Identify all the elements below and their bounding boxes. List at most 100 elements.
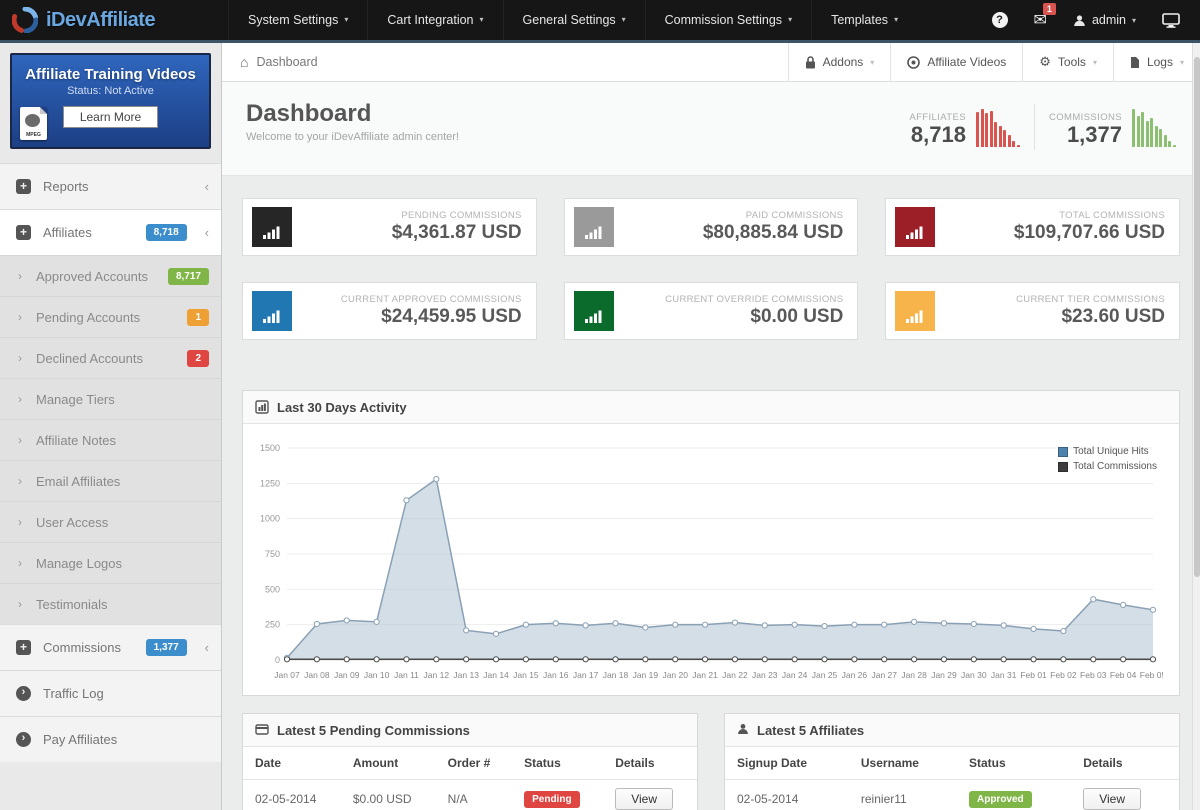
nav-menu-cart-integration[interactable]: Cart Integration ▾ <box>367 0 502 40</box>
card-value: $80,885.84 USD <box>702 222 844 243</box>
bar-chart-icon <box>573 207 614 247</box>
chevron-right-icon: › <box>18 433 22 447</box>
sidebar-item-affiliate-notes[interactable]: › Affiliate Notes <box>0 419 221 460</box>
svg-text:Jan 24: Jan 24 <box>782 670 808 680</box>
sidebar-item-pay-affiliates[interactable]: › Pay Affiliates <box>0 716 221 762</box>
sidebar-item-manage-tiers[interactable]: › Manage Tiers <box>0 378 221 419</box>
brand-logo[interactable]: iDevAffiliate <box>0 7 228 33</box>
play-circle-icon <box>907 55 921 69</box>
status-badge: Pending <box>524 790 580 808</box>
bar-chart-icon <box>895 291 936 331</box>
svg-text:Jan 26: Jan 26 <box>842 670 868 680</box>
chevron-right-icon: › <box>18 269 22 283</box>
monitor-icon[interactable] <box>1162 12 1180 28</box>
sidebar-item-label: Pay Affiliates <box>43 732 118 747</box>
nav-menu-templates[interactable]: Templates ▾ <box>811 0 917 40</box>
status-badge: Approved <box>968 790 1032 808</box>
chevron-right-icon: › <box>18 597 22 611</box>
view-button[interactable]: View <box>615 788 673 810</box>
chevron-down-icon: ▾ <box>344 15 349 24</box>
chevron-down-icon: ▾ <box>894 15 899 24</box>
svg-text:Jan 29: Jan 29 <box>931 670 957 680</box>
legend-swatch-commissions <box>1058 461 1069 472</box>
column-header: Amount <box>340 747 436 780</box>
column-header: Username <box>848 747 957 780</box>
stat-cards: PENDING COMMISSIONS $4,361.87 USD PAID COM… <box>242 198 1180 340</box>
sidebar-item-declined-accounts[interactable]: › Declined Accounts 2 <box>0 337 221 378</box>
card-label: PAID COMMISSIONS <box>745 210 844 221</box>
nav-menu-commission-settings[interactable]: Commission Settings ▾ <box>644 0 811 40</box>
navbar-right: ? ✉ 1 admin ▾ <box>991 3 1200 30</box>
bar-chart-icon <box>573 291 614 331</box>
svg-text:Jan 27: Jan 27 <box>871 670 897 680</box>
sidebar-item-commissions[interactable]: + Commissions 1,377 ‹ <box>0 624 221 670</box>
chevron-right-icon: › <box>18 515 22 529</box>
svg-text:Jan 13: Jan 13 <box>453 670 479 680</box>
plus-square-icon: + <box>16 225 31 240</box>
activity-chart-panel: Last 30 Days Activity 0 250 500 750 1000 1250… <box>242 390 1180 696</box>
learn-more-button[interactable]: Learn More <box>62 106 159 128</box>
commissions-sparkline <box>1132 107 1176 147</box>
svg-text:Jan 17: Jan 17 <box>573 670 599 680</box>
banner-title: Affiliate Training Videos <box>25 66 196 83</box>
sidebar-item-label: Manage Logos <box>36 555 123 571</box>
svg-text:Jan 12: Jan 12 <box>424 670 450 680</box>
arrow-circle-icon: › <box>16 686 31 701</box>
sidebar-item-label: Email Affiliates <box>36 473 121 489</box>
scrollbar-thumb[interactable] <box>1194 57 1200 577</box>
sidebar-item-traffic-log[interactable]: › Traffic Log <box>0 670 221 716</box>
top-navbar: iDevAffiliate System Settings ▾ Cart Integ… <box>0 0 1200 40</box>
sidebar-item-approved-accounts[interactable]: › Approved Accounts 8,717 <box>0 255 221 296</box>
sidebar-item-label: Manage Tiers <box>36 391 115 407</box>
sidebar-item-manage-logos[interactable]: › Manage Logos <box>0 542 221 583</box>
sidebar-item-affiliates[interactable]: + Affiliates 8,718 ‹ <box>0 209 221 255</box>
card-pending-commissions: PENDING COMMISSIONS $4,361.87 USD <box>242 198 537 256</box>
sidebar-item-label: Affiliates <box>43 225 92 240</box>
mail-icon[interactable]: ✉ 1 <box>1034 3 1056 30</box>
sidebar-item-testimonials[interactable]: › Testimonials <box>0 583 221 624</box>
chevron-right-icon: › <box>18 556 22 570</box>
nav-menu-system-settings[interactable]: System Settings ▾ <box>228 0 367 40</box>
column-header: Status <box>512 747 604 780</box>
sidebar-item-label: Approved Accounts <box>36 268 149 284</box>
sidebar-item-reports[interactable]: + Reports ‹ <box>0 163 221 209</box>
chart-legend: Total Unique Hits Total Commissions <box>1058 446 1157 476</box>
sidebar-item-label: Testimonials <box>36 596 108 612</box>
action-affiliate-videos[interactable]: Affiliate Videos <box>890 42 1022 82</box>
mpeg-file-icon: MPEG <box>20 107 47 140</box>
sidebar-item-label: Affiliate Notes <box>36 432 116 448</box>
svg-text:Jan 21: Jan 21 <box>692 670 718 680</box>
user-menu[interactable]: admin ▾ <box>1073 13 1136 27</box>
legend-swatch-hits <box>1058 446 1069 457</box>
breadcrumb[interactable]: ⌂ Dashboard <box>222 54 336 70</box>
card-current-tier-commissions: CURRENT TIER COMMISSIONS $23.60 USD <box>885 282 1180 340</box>
svg-text:0: 0 <box>275 655 280 665</box>
table-row: 02-05-2014 $0.00 USD N/A Pending View <box>243 779 697 810</box>
svg-text:Jan 30: Jan 30 <box>961 670 987 680</box>
help-icon[interactable]: ? <box>991 12 1008 28</box>
table-row: 02-05-2014 reinier11 Approved View <box>725 779 1179 810</box>
sidebar-item-label: Pending Accounts <box>36 309 141 325</box>
commissions-stat: COMMISSIONS 1,377 <box>1049 107 1176 147</box>
page-scrollbar[interactable] <box>1192 43 1200 810</box>
bar-chart-icon <box>252 291 292 331</box>
sidebar: Affiliate Training Videos Status: Not Ac… <box>0 43 222 810</box>
svg-text:Jan 20: Jan 20 <box>662 670 688 680</box>
sidebar-item-label: Traffic Log <box>43 686 104 701</box>
breadcrumb-label: Dashboard <box>256 55 318 69</box>
column-header: Signup Date <box>725 747 849 780</box>
nav-menu-general-settings[interactable]: General Settings ▾ <box>502 0 645 40</box>
action-addons[interactable]: Addons ▾ <box>787 42 891 82</box>
training-videos-banner[interactable]: Affiliate Training Videos Status: Not Ac… <box>10 53 211 149</box>
sidebar-item-email-affiliates[interactable]: › Email Affiliates <box>0 460 221 501</box>
chart-body: 0 250 500 750 1000 1250 1500 Jan 07 Jan 08 Jan 09… <box>243 424 1179 695</box>
svg-text:750: 750 <box>265 549 280 559</box>
view-button[interactable]: View <box>1083 788 1141 810</box>
action-logs[interactable]: Logs ▾ <box>1112 42 1200 82</box>
sidebar-item-pending-accounts[interactable]: › Pending Accounts 1 <box>0 296 221 337</box>
panel-latest-5-pending-commissions: Latest 5 Pending Commissions Date Amount Or… <box>242 713 698 810</box>
chevron-down-icon: ▾ <box>1179 57 1184 67</box>
sidebar-item-user-access[interactable]: › User Access <box>0 501 221 542</box>
action-tools[interactable]: ⚙ Tools ▾ <box>1022 42 1113 82</box>
svg-text:Feb 05: Feb 05 <box>1140 670 1163 680</box>
